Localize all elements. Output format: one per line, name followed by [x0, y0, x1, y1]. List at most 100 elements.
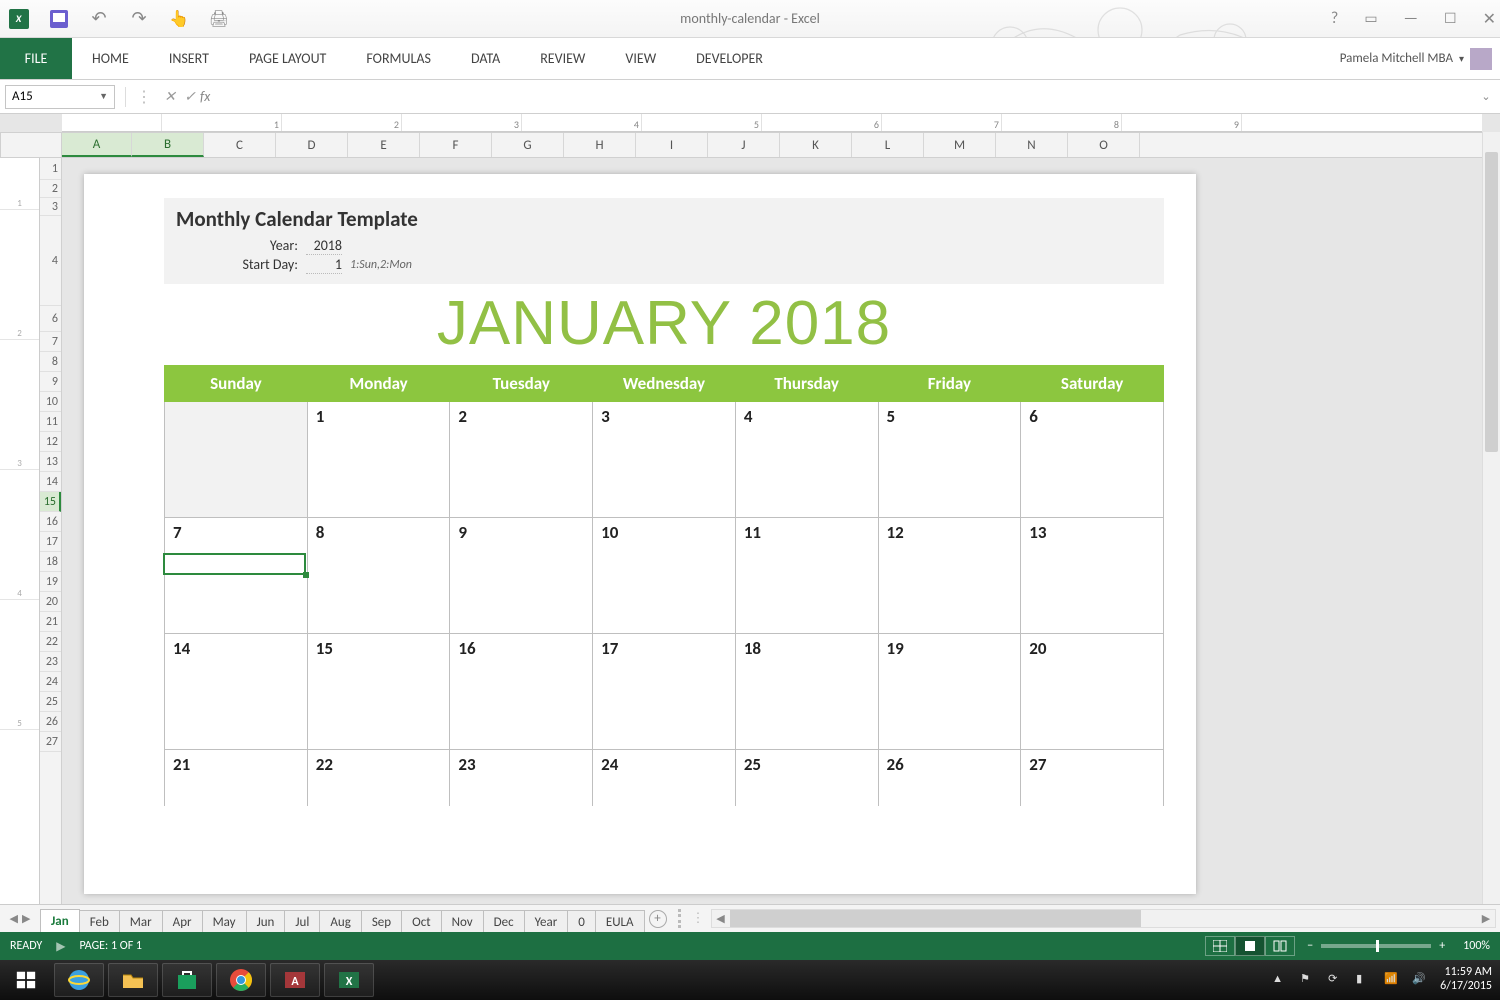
- vertical-scrollbar-thumb[interactable]: [1485, 152, 1498, 452]
- taskbar-app-chrome[interactable]: [216, 963, 266, 997]
- zoom-out-button[interactable]: −: [1307, 939, 1313, 953]
- sheet-tab-nav[interactable]: ◀▶: [0, 905, 40, 932]
- grid-viewport[interactable]: Monthly Calendar Template Year: 2018 Sta…: [62, 158, 1482, 932]
- row-header-8[interactable]: 8: [40, 352, 61, 372]
- tray-network-icon[interactable]: 📶: [1384, 972, 1400, 988]
- calendar-cell[interactable]: 24: [593, 750, 736, 806]
- name-box[interactable]: A15 ▼: [5, 85, 115, 109]
- macro-record-icon[interactable]: ▶: [56, 939, 65, 954]
- calendar-cell[interactable]: 26: [878, 750, 1021, 806]
- row-header-25[interactable]: 25: [40, 692, 61, 712]
- touch-mode-icon[interactable]: 👆: [168, 8, 190, 30]
- calendar-cell[interactable]: 3: [593, 402, 736, 518]
- row-header-24[interactable]: 24: [40, 672, 61, 692]
- taskbar-app-excel[interactable]: X: [324, 963, 374, 997]
- tab-view[interactable]: VIEW: [605, 38, 676, 79]
- row-header-18[interactable]: 18: [40, 552, 61, 572]
- tab-insert[interactable]: INSERT: [149, 38, 229, 79]
- tab-split-handle[interactable]: [678, 909, 686, 928]
- row-header-3[interactable]: 3: [40, 198, 61, 216]
- row-header-7[interactable]: 7: [40, 332, 61, 352]
- tray-volume-icon[interactable]: 🔊: [1412, 972, 1428, 988]
- column-header-N[interactable]: N: [996, 133, 1068, 157]
- tray-clock[interactable]: 11:59 AM 6/17/2015: [1440, 966, 1492, 994]
- calendar-cell[interactable]: 11: [735, 518, 878, 634]
- sheet-tab-0[interactable]: 0: [567, 910, 596, 933]
- tab-review[interactable]: REVIEW: [520, 38, 605, 79]
- signed-in-user[interactable]: Pamela Mitchell MBA ▾: [1332, 38, 1500, 79]
- file-tab[interactable]: FILE: [0, 38, 72, 79]
- calendar-cell[interactable]: 23: [450, 750, 593, 806]
- row-header-17[interactable]: 17: [40, 532, 61, 552]
- tab-nav-right-icon[interactable]: ▶: [22, 912, 30, 925]
- row-header-20[interactable]: 20: [40, 592, 61, 612]
- column-header-H[interactable]: H: [564, 133, 636, 157]
- taskbar-app-store[interactable]: [162, 963, 212, 997]
- calendar-cell[interactable]: 6: [1021, 402, 1164, 518]
- undo-icon[interactable]: ↶: [88, 8, 110, 30]
- sheet-tab-dec[interactable]: Dec: [483, 910, 525, 933]
- sheet-tab-apr[interactable]: Apr: [162, 910, 203, 933]
- column-header-F[interactable]: F: [420, 133, 492, 157]
- column-header-L[interactable]: L: [852, 133, 924, 157]
- row-header-23[interactable]: 23: [40, 652, 61, 672]
- name-box-dropdown-icon[interactable]: ▼: [99, 91, 108, 102]
- new-sheet-button[interactable]: +: [644, 905, 672, 932]
- zoom-value[interactable]: 100%: [1463, 939, 1490, 953]
- tab-nav-left-icon[interactable]: ◀: [10, 912, 18, 925]
- tab-data[interactable]: DATA: [451, 38, 520, 79]
- sheet-tab-nov[interactable]: Nov: [441, 910, 484, 933]
- hscroll-right-icon[interactable]: ▶: [1477, 912, 1495, 925]
- sheet-tab-jan[interactable]: Jan: [40, 909, 80, 933]
- column-header-O[interactable]: O: [1068, 133, 1140, 157]
- row-header-9[interactable]: 9: [40, 372, 61, 392]
- tab-home[interactable]: HOME: [72, 38, 149, 79]
- column-header-B[interactable]: B: [132, 133, 204, 157]
- calendar-cell[interactable]: [165, 402, 308, 518]
- sheet-tab-sep[interactable]: Sep: [361, 910, 402, 933]
- sheet-tab-jun[interactable]: Jun: [246, 910, 286, 933]
- tray-up-icon[interactable]: ▲: [1272, 972, 1288, 988]
- calendar-cell[interactable]: 2: [450, 402, 593, 518]
- calendar-cell[interactable]: 20: [1021, 634, 1164, 750]
- calendar-cell[interactable]: 10: [593, 518, 736, 634]
- sheet-tab-jul[interactable]: Jul: [284, 910, 320, 933]
- calendar-cell[interactable]: 7: [165, 518, 308, 634]
- sheet-tab-feb[interactable]: Feb: [79, 910, 120, 933]
- tab-formulas[interactable]: FORMULAS: [346, 38, 451, 79]
- taskbar-app-access[interactable]: A: [270, 963, 320, 997]
- calendar-cell[interactable]: 21: [165, 750, 308, 806]
- column-header-G[interactable]: G: [492, 133, 564, 157]
- calendar-cell[interactable]: 17: [593, 634, 736, 750]
- row-header-22[interactable]: 22: [40, 632, 61, 652]
- tray-flag-icon[interactable]: ⚑: [1300, 972, 1316, 988]
- zoom-slider[interactable]: [1321, 944, 1431, 948]
- minimize-icon[interactable]: —: [1404, 9, 1418, 28]
- ribbon-options-icon[interactable]: ▭: [1364, 10, 1377, 27]
- column-header-M[interactable]: M: [924, 133, 996, 157]
- column-header-C[interactable]: C: [204, 133, 276, 157]
- hscroll-left-icon[interactable]: ◀: [712, 912, 730, 925]
- row-header-4[interactable]: 4: [40, 216, 61, 306]
- column-header-I[interactable]: I: [636, 133, 708, 157]
- row-header-19[interactable]: 19: [40, 572, 61, 592]
- page-layout-view-button[interactable]: [1235, 936, 1265, 956]
- startday-value[interactable]: 1: [306, 256, 342, 274]
- calendar-cell[interactable]: 27: [1021, 750, 1164, 806]
- calendar-cell[interactable]: 14: [165, 634, 308, 750]
- sheet-tab-may[interactable]: May: [202, 910, 247, 933]
- row-header-26[interactable]: 26: [40, 712, 61, 732]
- column-header-D[interactable]: D: [276, 133, 348, 157]
- quick-print-icon[interactable]: 🖨: [208, 8, 230, 30]
- calendar-cell[interactable]: 16: [450, 634, 593, 750]
- expand-formula-bar-icon[interactable]: ⌄: [1476, 90, 1496, 103]
- tab-developer[interactable]: DEVELOPER: [676, 38, 783, 79]
- calendar-cell[interactable]: 22: [307, 750, 450, 806]
- calendar-cell[interactable]: 4: [735, 402, 878, 518]
- taskbar-app-explorer[interactable]: [108, 963, 158, 997]
- help-icon[interactable]: ?: [1331, 9, 1338, 28]
- column-header-K[interactable]: K: [780, 133, 852, 157]
- select-all-corner[interactable]: [0, 132, 62, 158]
- calendar-cell[interactable]: 19: [878, 634, 1021, 750]
- vertical-scrollbar[interactable]: [1482, 132, 1500, 932]
